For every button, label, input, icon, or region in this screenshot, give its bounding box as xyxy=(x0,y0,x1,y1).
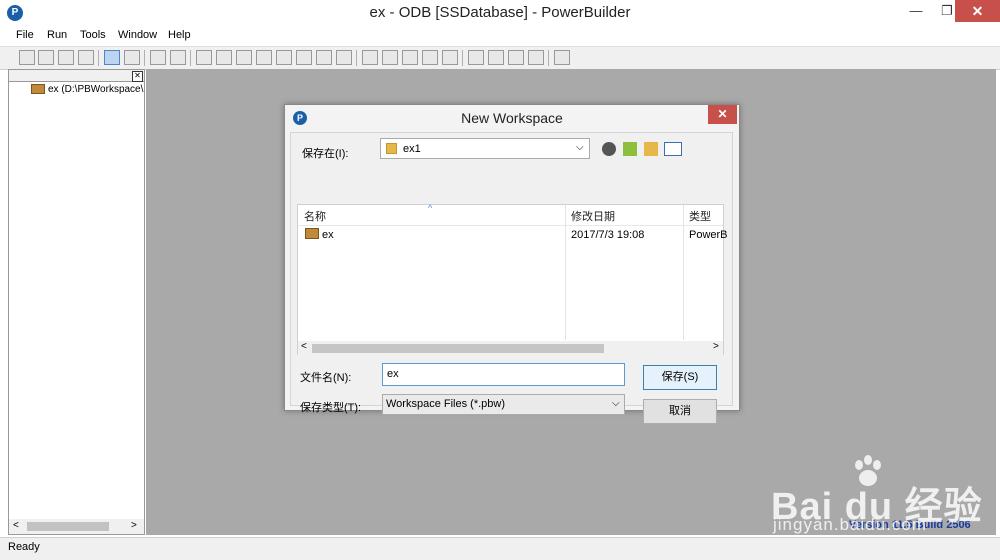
column-header-modified[interactable]: 修改日期 xyxy=(571,208,615,224)
window-title: ex - ODB [SSDatabase] - PowerBuilder xyxy=(369,4,631,21)
chevron-down-icon: ⌵ xyxy=(612,398,620,409)
scroll-left-icon[interactable]: < xyxy=(301,341,307,352)
deploy-icon[interactable] xyxy=(422,50,438,65)
browser-icon[interactable] xyxy=(382,50,398,65)
edit-icon[interactable] xyxy=(336,50,352,65)
datawindow-icon[interactable] xyxy=(236,50,252,65)
scroll-thumb[interactable] xyxy=(27,522,109,531)
dialog-title-bar: P New Workspace ✕ xyxy=(285,105,739,131)
dialog-close-button[interactable]: ✕ xyxy=(708,105,737,124)
watermark-url: jingyan.baidu.com xyxy=(773,515,928,534)
toolbar-separator xyxy=(548,50,549,66)
menu-help[interactable]: Help xyxy=(168,29,191,41)
baidu-watermark: Bai du 经验 jingyan.baidu.com xyxy=(763,455,1000,559)
select-debug-icon[interactable] xyxy=(488,50,504,65)
db-profile-icon[interactable] xyxy=(296,50,312,65)
run-icon[interactable] xyxy=(442,50,458,65)
scroll-right-icon[interactable]: > xyxy=(131,520,137,531)
pipeline-icon[interactable] xyxy=(402,50,418,65)
toolbar-separator xyxy=(462,50,463,66)
exit-icon[interactable] xyxy=(554,50,570,65)
panel-header: ✕ xyxy=(9,70,144,82)
filename-label: 文件名(N): xyxy=(300,372,352,384)
save-in-dropdown[interactable]: ex1 ⌵ xyxy=(380,138,590,159)
file-editor-icon[interactable] xyxy=(362,50,378,65)
title-bar: P ex - ODB [SSDatabase] - PowerBuilder —… xyxy=(0,0,1000,27)
file-modified: 2017/7/3 19:08 xyxy=(571,229,645,241)
tree-item-label: ex (D:\PBWorkspace\ xyxy=(48,84,144,95)
file-name: ex xyxy=(322,229,334,241)
panel-close-icon[interactable]: ✕ xyxy=(132,71,143,82)
toolbar-separator xyxy=(144,50,145,66)
full-build-icon[interactable] xyxy=(170,50,186,65)
debug-icon[interactable] xyxy=(468,50,484,65)
file-type: PowerB xyxy=(689,229,728,241)
new-icon[interactable] xyxy=(19,50,35,65)
preview-icon[interactable] xyxy=(78,50,94,65)
up-folder-icon[interactable] xyxy=(623,142,637,156)
incremental-build-icon[interactable] xyxy=(150,50,166,65)
database-painter-icon[interactable] xyxy=(216,50,232,65)
toolbar-separator xyxy=(98,50,99,66)
file-list-scrollbar[interactable]: < > xyxy=(298,341,723,355)
chevron-down-icon: ⌵ xyxy=(576,142,584,153)
scroll-thumb[interactable] xyxy=(312,344,604,353)
dialog-body: 保存在(I): ex1 ⌵ 名称 ^ 修改日期 类型 ex 2017/7/3 1… xyxy=(290,132,733,424)
dialog-title: New Workspace xyxy=(461,110,563,126)
folder-icon xyxy=(386,143,397,154)
back-icon[interactable] xyxy=(602,142,616,156)
system-tree-icon[interactable] xyxy=(104,50,120,65)
column-header-name[interactable]: 名称 xyxy=(304,208,326,224)
horizontal-scrollbar[interactable]: < > xyxy=(9,519,144,534)
file-row[interactable]: ex 2017/7/3 19:08 PowerB xyxy=(298,226,728,243)
database-icon[interactable] xyxy=(276,50,292,65)
toolbar-separator xyxy=(356,50,357,66)
toolbar-separator xyxy=(190,50,191,66)
menu-window[interactable]: Window xyxy=(118,29,157,41)
file-list: 名称 ^ 修改日期 类型 ex 2017/7/3 19:08 PowerB < … xyxy=(297,203,728,355)
profile-icon[interactable] xyxy=(528,50,544,65)
save-button[interactable]: 保存(S) xyxy=(643,365,717,390)
menu-tools[interactable]: Tools xyxy=(80,29,106,41)
scroll-right-icon[interactable]: > xyxy=(713,341,719,352)
minimize-button[interactable]: — xyxy=(901,0,931,22)
save-in-label: 保存在(I): xyxy=(302,148,349,160)
workspace-file-icon xyxy=(305,228,319,239)
view-menu-icon[interactable] xyxy=(664,142,682,156)
library-icon[interactable] xyxy=(196,50,212,65)
menu-file[interactable]: File xyxy=(16,29,34,41)
new-folder-icon[interactable] xyxy=(644,142,658,156)
stop-debug-icon[interactable] xyxy=(508,50,524,65)
status-text: Ready xyxy=(8,541,40,553)
db-admin-icon[interactable] xyxy=(316,50,332,65)
save-in-value: ex1 xyxy=(403,143,421,155)
toolbar xyxy=(0,46,1000,70)
report-icon[interactable] xyxy=(256,50,272,65)
sort-ascending-icon: ^ xyxy=(428,203,433,213)
scroll-left-icon[interactable]: < xyxy=(13,520,19,531)
output-icon[interactable] xyxy=(124,50,140,65)
open-icon[interactable] xyxy=(58,50,74,65)
new-workspace-dialog: P New Workspace ✕ 保存在(I): ex1 ⌵ 名称 ^ 修改日… xyxy=(284,104,740,424)
workspace-icon xyxy=(31,84,45,95)
tree-item-workspace[interactable]: ex (D:\PBWorkspace\ xyxy=(19,84,143,95)
list-header xyxy=(298,205,723,226)
cancel-button[interactable]: 取消 xyxy=(643,399,717,424)
menu-bar: File Run Tools Window Help xyxy=(0,27,1000,46)
inherit-icon[interactable] xyxy=(38,50,54,65)
system-tree-panel: ✕ ex (D:\PBWorkspace\ < > xyxy=(8,69,145,535)
filetype-value: Workspace Files (*.pbw) xyxy=(386,398,505,410)
filetype-select[interactable]: Workspace Files (*.pbw) ⌵ xyxy=(382,394,625,415)
filetype-label: 保存类型(T): xyxy=(300,402,362,414)
column-header-type[interactable]: 类型 xyxy=(689,208,711,224)
close-window-button[interactable]: ✕ xyxy=(955,0,1000,22)
filename-input[interactable]: ex xyxy=(382,363,625,386)
menu-run[interactable]: Run xyxy=(47,29,67,41)
